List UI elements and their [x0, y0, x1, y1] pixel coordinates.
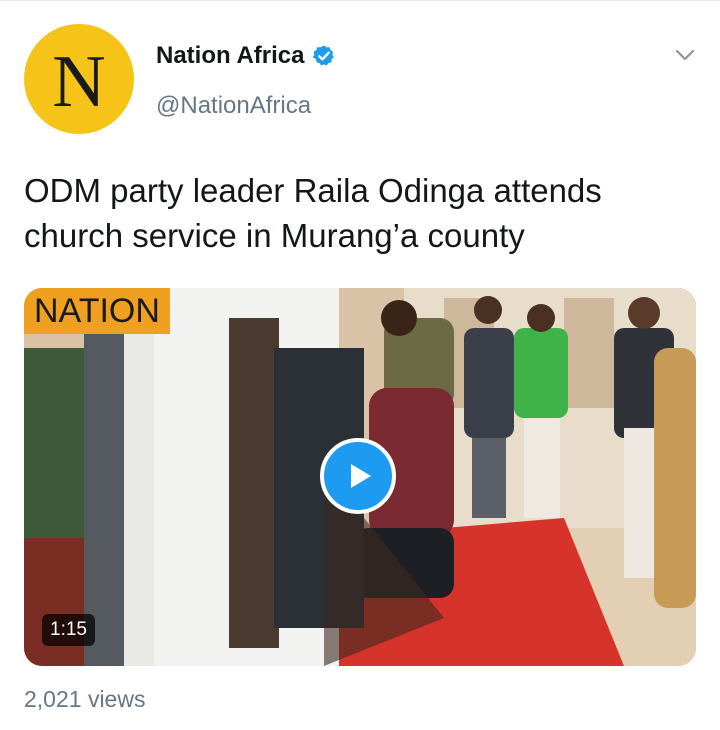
author-name-row: Nation Africa: [156, 42, 336, 70]
avatar-letter: N: [52, 41, 106, 123]
author-display-name[interactable]: Nation Africa: [156, 42, 304, 70]
avatar[interactable]: N: [24, 24, 134, 134]
play-icon: [351, 464, 371, 488]
author-handle[interactable]: @NationAfrica: [156, 92, 311, 120]
video-player[interactable]: NATION 1:15: [24, 288, 696, 666]
tweet-card: N Nation Africa @NationAfrica ODM party …: [0, 0, 720, 730]
tweet-text: ODM party leader Raila Odinga attends ch…: [24, 172, 602, 254]
nation-watermark: NATION: [24, 288, 170, 334]
chevron-down-icon[interactable]: [674, 44, 696, 66]
play-button[interactable]: [320, 438, 396, 514]
view-count: 2,021 views: [24, 686, 146, 712]
watermark-text: NATION: [34, 291, 160, 330]
verified-badge-icon: [313, 45, 335, 66]
video-duration: 1:15: [42, 614, 95, 646]
